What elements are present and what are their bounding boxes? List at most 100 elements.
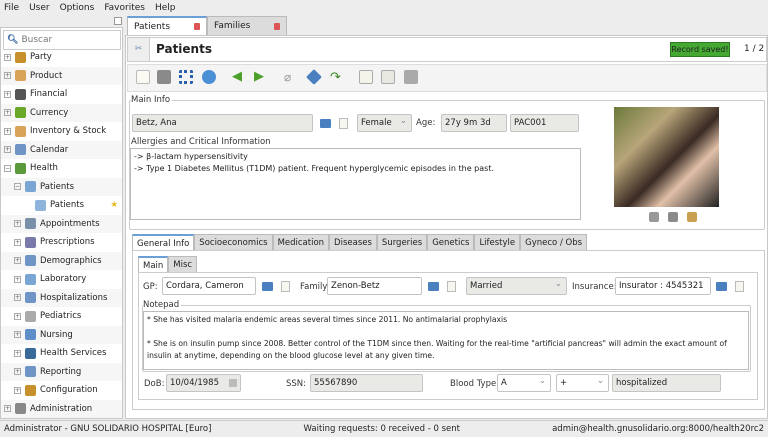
menu-options[interactable]: Options xyxy=(60,3,95,13)
sidebar-item-health-services[interactable]: + Health Services xyxy=(1,344,122,362)
menu-help[interactable]: Help xyxy=(155,3,176,13)
close-icon[interactable] xyxy=(274,22,280,30)
tab-general-info[interactable]: General Info xyxy=(132,234,195,251)
sidebar-item-patients[interactable]: Patients ★ xyxy=(1,196,122,214)
email-icon[interactable] xyxy=(381,70,395,84)
expand-icon[interactable]: + xyxy=(14,368,21,375)
document-tabs: Patients Families xyxy=(127,16,287,35)
allergies-textarea[interactable]: -> β-lactam hypersensitivity -> Type 1 D… xyxy=(130,148,581,220)
attachment-icon[interactable]: ⌀ xyxy=(284,70,298,84)
expand-icon[interactable]: + xyxy=(14,220,21,227)
expand-icon[interactable]: + xyxy=(4,127,11,135)
family-field[interactable]: Zenon-Betz xyxy=(327,277,422,295)
sidebar-item-prescriptions[interactable]: + Prescriptions xyxy=(1,233,122,251)
note-icon[interactable] xyxy=(281,281,290,292)
star-icon[interactable]: ★ xyxy=(110,200,118,210)
photo-save-icon[interactable] xyxy=(649,212,659,222)
collapse-icon[interactable]: − xyxy=(4,164,11,172)
expand-icon[interactable]: + xyxy=(14,294,21,301)
patient-name-field[interactable]: Betz, Ana xyxy=(132,114,313,132)
sidebar-item-product[interactable]: + Product xyxy=(1,66,122,85)
menu-file[interactable]: File xyxy=(4,3,19,13)
sidebar-item-appointments[interactable]: + Appointments xyxy=(1,214,122,233)
expand-icon[interactable]: + xyxy=(4,109,11,116)
gp-field[interactable]: Cordara, Cameron xyxy=(162,277,256,295)
folder-icon[interactable] xyxy=(716,282,727,291)
expand-icon[interactable]: + xyxy=(14,386,21,394)
photo-upload-icon[interactable] xyxy=(668,212,678,222)
save-icon[interactable] xyxy=(157,70,171,84)
switch-view-icon[interactable] xyxy=(179,70,193,84)
calendar-icon[interactable] xyxy=(229,379,237,387)
expand-icon[interactable]: + xyxy=(4,405,11,412)
note-icon[interactable] xyxy=(735,281,744,292)
expand-icon[interactable]: + xyxy=(14,312,21,320)
print-icon[interactable] xyxy=(404,70,418,84)
detail-tabs: General Info Socioeconomics Medication Dise… xyxy=(132,234,588,251)
tab-lifestyle[interactable]: Lifestyle xyxy=(474,234,521,251)
notepad-textarea[interactable]: * She has visited malaria endemic areas … xyxy=(143,311,749,370)
collapse-sidebar-button[interactable] xyxy=(114,17,122,25)
tab-diseases[interactable]: Diseases xyxy=(329,234,377,251)
folder-icon[interactable] xyxy=(262,282,273,291)
expand-icon[interactable]: + xyxy=(4,146,11,153)
tab-genetics[interactable]: Genetics xyxy=(427,234,475,251)
tab-medication[interactable]: Medication xyxy=(272,234,330,251)
expand-icon[interactable]: + xyxy=(14,349,21,357)
menu-favorites[interactable]: Favorites xyxy=(104,3,145,13)
expand-icon[interactable]: + xyxy=(4,72,11,79)
reload-icon[interactable] xyxy=(202,70,216,84)
expand-icon[interactable]: + xyxy=(14,275,21,283)
sidebar-item-laboratory[interactable]: + Laboratory xyxy=(1,270,122,288)
folder-icon[interactable] xyxy=(428,282,439,291)
dob-field[interactable]: 10/04/1985 xyxy=(166,374,241,392)
folder-icon[interactable] xyxy=(320,119,331,128)
sidebar-item-currency[interactable]: + Currency xyxy=(1,103,122,122)
sidebar-item-reporting[interactable]: + Reporting xyxy=(1,362,122,381)
report-icon[interactable] xyxy=(359,70,373,84)
photo-clear-icon[interactable] xyxy=(687,212,697,222)
sidebar-item-party[interactable]: + Party xyxy=(1,48,122,66)
sidebar-item-demographics[interactable]: + Demographics xyxy=(1,251,122,270)
expand-icon[interactable]: + xyxy=(14,238,21,246)
sidebar-item-patients[interactable]: − Patients xyxy=(1,177,122,196)
sidebar-item-nursing[interactable]: + Nursing xyxy=(1,325,122,344)
close-icon[interactable] xyxy=(194,23,200,30)
expand-icon[interactable]: + xyxy=(4,90,11,98)
ssn-field[interactable]: 55567890 xyxy=(310,374,423,392)
tools-icon[interactable]: ✂ xyxy=(128,38,150,61)
sidebar-item-hospitalizations[interactable]: + Hospitalizations xyxy=(1,288,122,307)
expand-icon[interactable]: + xyxy=(4,53,11,61)
sidebar-item-inventory-stock[interactable]: + Inventory & Stock xyxy=(1,122,122,140)
search-input[interactable]: 🔍︎ Buscar xyxy=(3,30,121,50)
tab-surgeries[interactable]: Surgeries xyxy=(376,234,428,251)
sidebar-item-administration[interactable]: + Administration xyxy=(1,399,122,418)
gender-select[interactable]: Female xyxy=(357,114,412,132)
tab-gyneco-obs[interactable]: Gyneco / Obs xyxy=(520,234,588,251)
blood-type-select[interactable]: A xyxy=(497,374,551,392)
collapse-icon[interactable]: − xyxy=(14,183,21,190)
tab-patients[interactable]: Patients xyxy=(127,16,207,35)
sidebar-item-configuration[interactable]: + Configuration xyxy=(1,381,122,399)
marital-status-select[interactable]: Married xyxy=(466,277,567,295)
tab-families[interactable]: Families xyxy=(207,16,287,35)
subtab-main[interactable]: Main xyxy=(138,256,169,273)
relate-icon[interactable]: ↷ xyxy=(330,70,344,85)
sidebar-item-pediatrics[interactable]: + Pediatrics xyxy=(1,307,122,325)
sidebar-item-calendar[interactable]: + Calendar xyxy=(1,140,122,159)
subtab-misc[interactable]: Misc xyxy=(168,256,198,273)
tab-socioeconomics[interactable]: Socioeconomics xyxy=(194,234,273,251)
rh-select[interactable]: + xyxy=(556,374,609,392)
next-icon[interactable]: ▶ xyxy=(254,70,268,84)
sidebar-item-financial[interactable]: + Financial xyxy=(1,85,122,103)
patient-icon xyxy=(25,181,36,192)
note-icon[interactable] xyxy=(447,281,456,292)
previous-icon[interactable]: ◀ xyxy=(232,70,246,84)
new-record-icon[interactable] xyxy=(136,70,150,84)
menu-user[interactable]: User xyxy=(29,3,50,13)
sidebar-item-health[interactable]: − Health xyxy=(1,159,122,177)
note-icon[interactable] xyxy=(339,118,348,129)
expand-icon[interactable]: + xyxy=(14,257,21,264)
expand-icon[interactable]: + xyxy=(14,331,21,338)
insurance-field[interactable]: Insurator : 4545321 xyxy=(615,277,711,295)
